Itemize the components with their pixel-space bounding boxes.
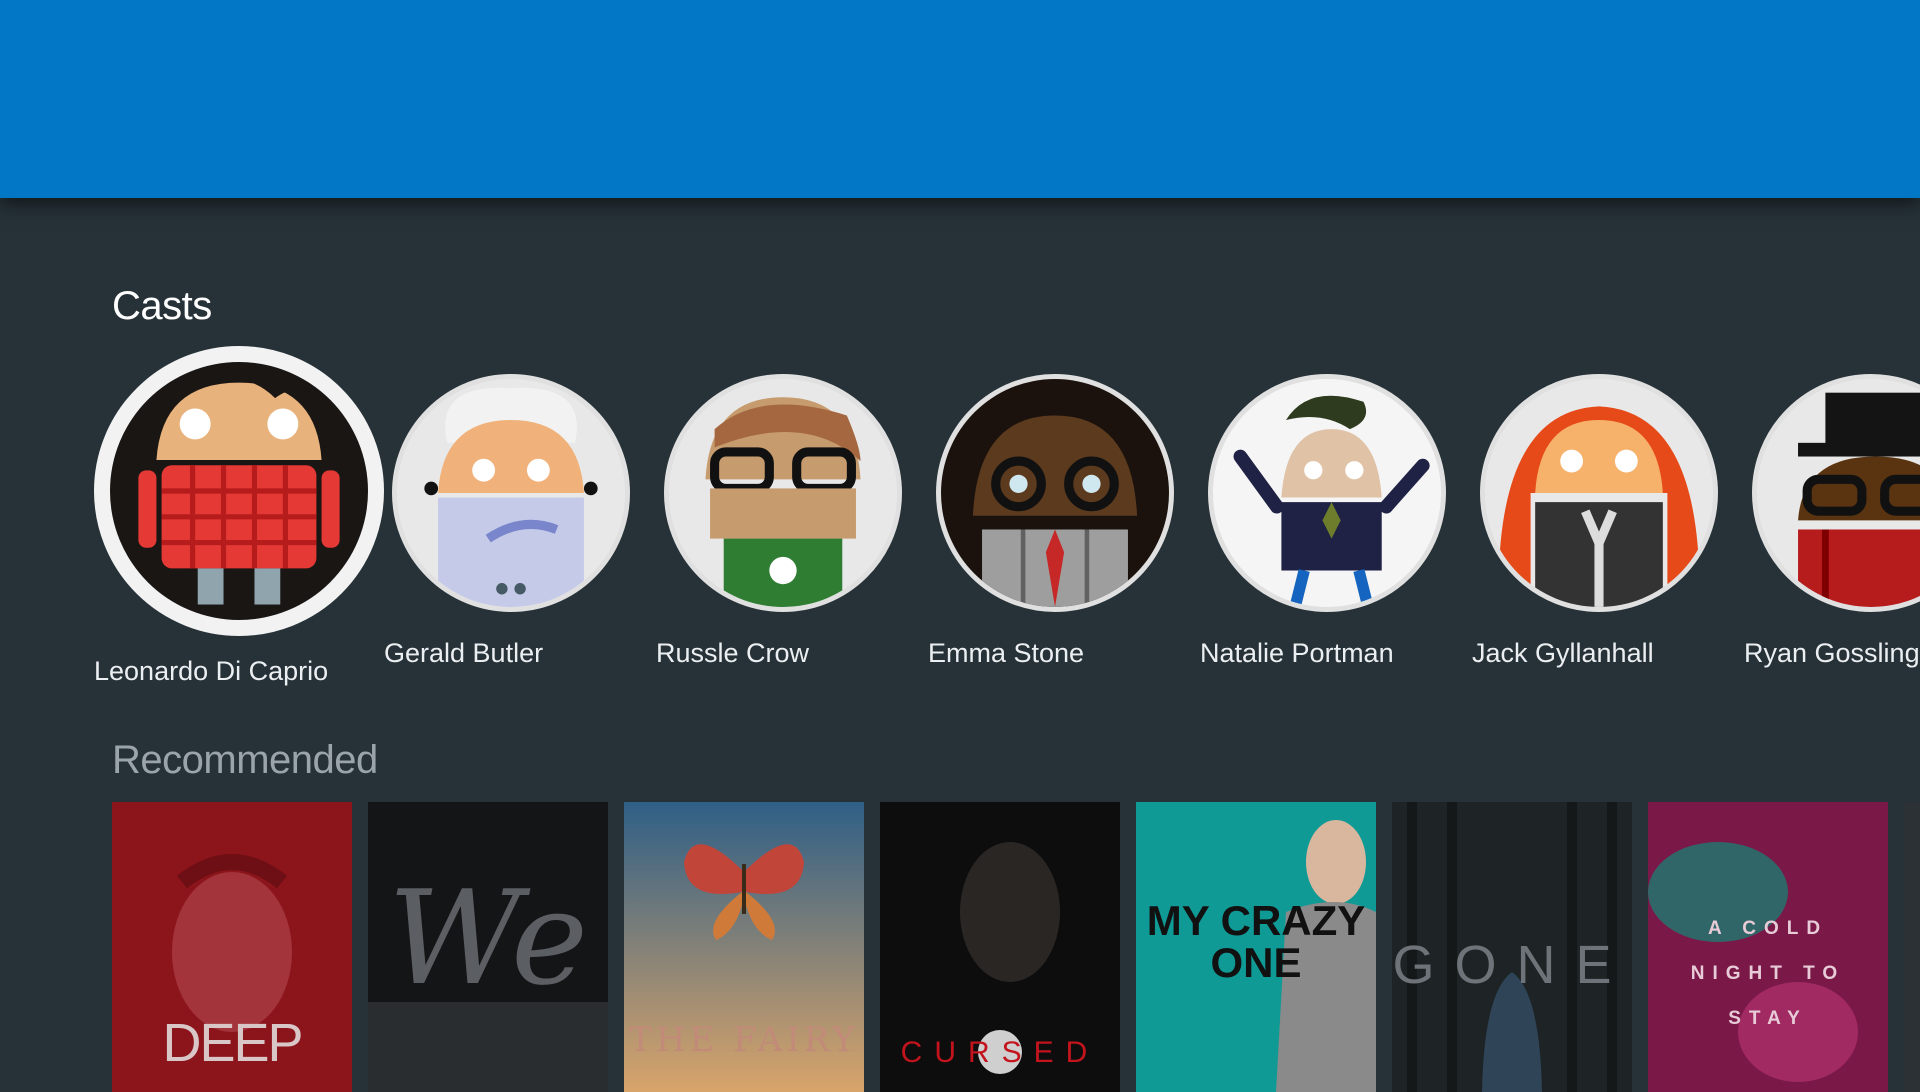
recommended-section-title: Recommended xyxy=(112,738,378,782)
movie-title: CURSED xyxy=(900,1036,1100,1069)
android-avatar-arms-up-icon xyxy=(1208,374,1446,612)
cast-name: Leonardo Di Caprio xyxy=(94,656,329,686)
movie-card-we[interactable]: We xyxy=(368,802,608,1092)
movie-title: MY CRAZY ONE xyxy=(1146,897,1366,986)
cast-name: Ryan Gossling xyxy=(1744,638,1920,668)
movie-card-deep[interactable]: DEEP xyxy=(112,802,352,1092)
movie-card-my-crazy-one[interactable]: MY CRAZY ONE xyxy=(1136,802,1376,1092)
android-avatar-red-hair-icon xyxy=(1480,374,1718,612)
movie-title: A COLD NIGHT TO STAY xyxy=(1690,918,1846,1029)
movie-card-the-fairy[interactable]: THE FAIRY xyxy=(624,802,864,1092)
movie-card-a-cold-night-to-stay[interactable]: A COLD NIGHT TO STAY xyxy=(1648,802,1888,1092)
movie-title: DEEP xyxy=(162,1013,303,1073)
movie-title: We xyxy=(388,862,588,1014)
movie-card-cursed[interactable]: CURSED xyxy=(880,802,1120,1092)
movie-card-partial[interactable] xyxy=(1904,802,1920,1092)
movie-title: GONE xyxy=(1392,935,1632,995)
top-app-bar xyxy=(0,0,1920,198)
android-avatar-round-glasses-suit-icon xyxy=(936,374,1174,612)
android-avatar-top-hat-icon xyxy=(1752,374,1920,612)
android-avatar-grey-hair-icon xyxy=(392,374,630,612)
casts-section-title: Casts xyxy=(112,284,212,328)
android-avatar-glasses-jersey-icon xyxy=(664,374,902,612)
movie-title: THE FAIRY xyxy=(629,1020,859,1060)
cast-name: Russle Crow xyxy=(656,638,810,668)
android-avatar-plaid-shirt-icon xyxy=(94,346,384,636)
cast-name: Emma Stone xyxy=(928,638,1085,668)
cast-name: Gerald Butler xyxy=(384,638,544,668)
movie-card-gone[interactable]: GONE xyxy=(1392,802,1632,1092)
cast-name: Natalie Portman xyxy=(1200,638,1394,668)
cast-name: Jack Gyllanhall xyxy=(1472,638,1654,668)
